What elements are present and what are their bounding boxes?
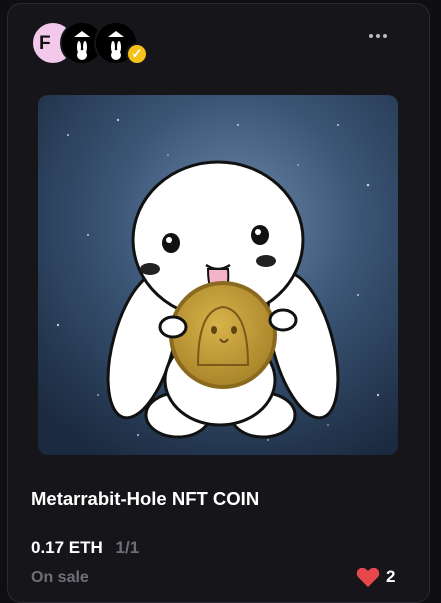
heart-icon (356, 567, 380, 587)
nft-artwork-image[interactable] (38, 95, 398, 455)
price: 0.17 ETH (31, 538, 103, 557)
avatar-initial: F (39, 33, 51, 54)
sale-status: On sale (31, 569, 89, 586)
rabbit-coin-illustration (38, 95, 398, 455)
dot (376, 34, 380, 38)
verified-check-icon: ✓ (126, 43, 148, 65)
like-button[interactable]: 2 (356, 566, 395, 588)
like-count: 2 (386, 567, 396, 586)
dot (383, 34, 387, 38)
price-row: 0.17 ETH 1/1 (31, 538, 139, 558)
nft-card[interactable]: F ✓ Metarrabit-Hole NFT COIN 0.17 ETH 1/… (7, 3, 430, 603)
editions-count: 1/1 (115, 538, 140, 557)
more-options-button[interactable] (369, 31, 391, 41)
dot (369, 34, 373, 38)
nft-title[interactable]: Metarrabit-Hole NFT COIN (31, 488, 259, 510)
creator-avatars: F ✓ (31, 21, 161, 73)
